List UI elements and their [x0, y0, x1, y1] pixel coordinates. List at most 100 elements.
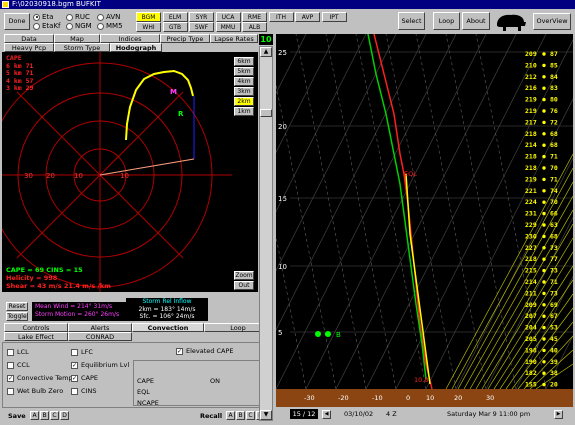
site-button-row2-0[interactable]: WHI	[136, 22, 161, 32]
wind-dot-icon	[542, 268, 546, 273]
tab-bottom-1[interactable]: Alerts	[68, 323, 132, 332]
checkbox-ccl[interactable]: CCL	[7, 361, 30, 369]
checkbox-label: CINS	[81, 387, 97, 395]
wind-dir: 231	[525, 210, 537, 218]
checkbox-lfc[interactable]: LFC	[71, 348, 93, 356]
tab-top-3[interactable]: Precip Type	[160, 34, 210, 43]
save-slot-b[interactable]: B	[40, 411, 49, 420]
site-button-4[interactable]: RME	[242, 12, 267, 22]
checkbox-box[interactable]	[7, 348, 14, 356]
done-button[interactable]: Done	[4, 13, 30, 30]
checkbox-cins[interactable]: CINS	[71, 387, 96, 395]
wind-speed: 71	[550, 278, 558, 286]
site-button-7[interactable]: IPT	[321, 12, 347, 22]
height-label: 25	[278, 49, 287, 57]
checkbox-box[interactable]: ✓	[71, 361, 78, 369]
checkbox-wet-bulb-zero[interactable]: Wet Bulb Zero	[7, 387, 63, 395]
save-slot-c[interactable]: C	[50, 411, 59, 420]
recall-slot-a[interactable]: A	[226, 411, 235, 420]
height-button-1km[interactable]: 1km	[234, 107, 254, 116]
zoom-button[interactable]: Zoom	[234, 271, 254, 280]
radio-dot-icon[interactable]	[33, 13, 40, 21]
scroll-down-icon[interactable]: ▼	[260, 410, 272, 420]
site-button-row2-4[interactable]: ALB	[242, 22, 267, 32]
next-frame-icon[interactable]: ▶	[554, 410, 563, 419]
elevated-cape-checkbox[interactable]: ✓ Elevated CAPE	[176, 347, 234, 355]
checkbox-box[interactable]: ✓	[71, 374, 78, 382]
site-button-3[interactable]: UCA	[215, 12, 241, 22]
save-slot-a[interactable]: A	[30, 411, 39, 420]
tab-top-0[interactable]: Data	[4, 34, 54, 43]
checkbox-cape[interactable]: ✓ CAPE	[71, 374, 98, 382]
checkbox-box[interactable]	[7, 387, 14, 395]
prev-frame-icon[interactable]: ◀	[322, 410, 331, 419]
reset-button[interactable]: Reset	[6, 302, 28, 311]
model-radio-1[interactable]: RUC	[66, 13, 90, 21]
tab-second-1[interactable]: Storm Type	[54, 43, 110, 52]
tab-top-4[interactable]: Lapse Rates	[210, 34, 258, 43]
model-radio-3[interactable]: EtaKf	[33, 22, 61, 30]
loop-button[interactable]: Loop	[433, 12, 460, 30]
isotherm-line	[275, 33, 457, 390]
wind-speed: 66	[550, 210, 558, 218]
wind-dot-icon	[542, 120, 546, 125]
wind-dir: 204	[525, 324, 537, 332]
checkbox-box[interactable]	[71, 387, 78, 395]
site-button-0[interactable]: BGM	[136, 12, 161, 22]
checkbox-convective-temp[interactable]: ✓ Convective Temp	[7, 374, 73, 382]
site-button-row2-3[interactable]: MMU	[215, 22, 241, 32]
scroll-up-icon[interactable]: ▲	[260, 47, 272, 57]
radio-dot-icon[interactable]	[33, 22, 40, 30]
tab-bottom-0[interactable]: Controls	[4, 323, 68, 332]
vertical-scrollbar[interactable]: ▲ ▼	[259, 46, 273, 421]
wind-dir: 219	[525, 96, 537, 104]
model-radio-2[interactable]: AVN	[97, 13, 120, 21]
site-button-row2-1[interactable]: GTB	[162, 22, 188, 32]
toggle-button[interactable]: Toggle	[6, 312, 28, 321]
radio-dot-icon[interactable]	[66, 13, 73, 21]
checkbox-box[interactable]: ✓	[7, 374, 14, 382]
hodo-axis-label-10: 10	[74, 172, 83, 180]
select-button[interactable]: Select	[398, 12, 425, 30]
elevated-cape-box[interactable]: ✓	[176, 347, 183, 355]
checkbox-lcl[interactable]: LCL	[7, 348, 29, 356]
radio-dot-icon[interactable]	[97, 22, 104, 30]
tab-top-2[interactable]: Indices	[100, 34, 160, 43]
recall-slot-c[interactable]: C	[246, 411, 255, 420]
height-button-6km[interactable]: 6km	[234, 57, 254, 66]
save-slot-d[interactable]: D	[60, 411, 69, 420]
height-button-3km[interactable]: 3km	[234, 87, 254, 96]
temp-axis-label: 10	[426, 394, 434, 402]
overview-button[interactable]: OverView	[533, 13, 571, 30]
tab-second-2[interactable]: Hodograph	[110, 43, 162, 52]
scroll-thumb[interactable]	[260, 109, 272, 117]
checkbox-box[interactable]	[71, 348, 78, 356]
tab-second-0[interactable]: Heavy Pcp	[4, 43, 54, 52]
height-button-4km[interactable]: 4km	[234, 77, 254, 86]
site-button-6[interactable]: AVP	[295, 12, 320, 22]
height-button-2km[interactable]: 2km	[234, 97, 254, 106]
checkbox-equilibrium-lvl[interactable]: ✓ Equilibrium Lvl	[71, 361, 129, 369]
model-radio-4[interactable]: NGM	[66, 22, 92, 30]
radio-dot-icon[interactable]	[66, 22, 73, 30]
level-marker-icon	[315, 331, 321, 337]
wind-dot-icon	[542, 280, 546, 284]
tab-bottom2-0[interactable]: Lake Effect	[4, 332, 68, 341]
wind-dir: 210	[525, 61, 537, 69]
model-radio-5[interactable]: MM5	[97, 22, 123, 30]
model-radio-0[interactable]: Eta	[33, 13, 53, 21]
checkbox-box[interactable]	[7, 361, 14, 369]
zoom-out-button[interactable]: Out	[234, 281, 254, 290]
recall-slot-b[interactable]: B	[236, 411, 245, 420]
level-marker-text: B	[336, 331, 341, 339]
height-button-5km[interactable]: 5km	[234, 67, 254, 76]
about-button[interactable]: About	[462, 12, 490, 30]
site-button-1[interactable]: ELM	[162, 12, 188, 22]
tab-top-1[interactable]: Map	[54, 34, 100, 43]
site-button-row2-2[interactable]: SWF	[189, 22, 214, 32]
site-button-5[interactable]: ITH	[268, 12, 294, 22]
radio-dot-icon[interactable]	[97, 13, 104, 21]
tab-bottom-2[interactable]: Convection	[132, 323, 204, 332]
site-button-2[interactable]: SYR	[189, 12, 214, 22]
tab-bottom2-1[interactable]: CONRAD	[68, 332, 132, 341]
